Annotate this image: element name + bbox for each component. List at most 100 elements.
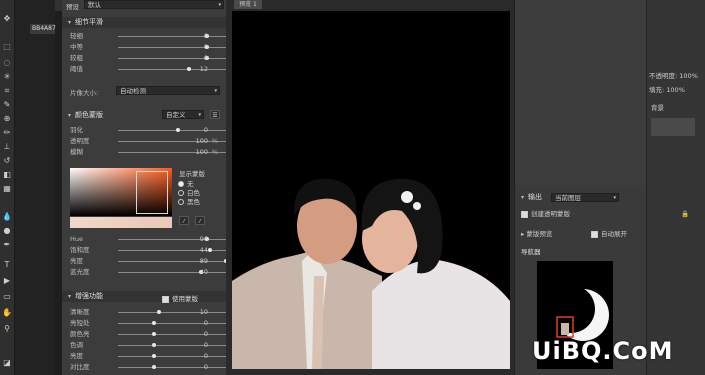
slider-knob[interactable] — [187, 67, 192, 71]
slider-value[interactable]: 0 — [204, 351, 208, 361]
eraser-tool-icon[interactable]: ◧ — [2, 170, 12, 180]
slider-row[interactable]: 模糊 100% — [62, 147, 234, 157]
slider-track[interactable] — [118, 250, 234, 251]
image-size-dropdown[interactable]: 自动检测 ▾ — [116, 86, 220, 95]
slider-value[interactable]: 10 — [200, 307, 208, 317]
color-swatch-bar[interactable] — [70, 217, 172, 228]
slider-knob[interactable] — [151, 354, 156, 358]
eyedropper-minus-icon[interactable]: ⁄ — [195, 216, 205, 225]
slider-value[interactable]: 0 — [204, 31, 208, 41]
slider-value[interactable]: 12 — [200, 64, 208, 74]
slider-track[interactable] — [118, 356, 234, 357]
slider-row[interactable]: 对比度 0 — [62, 362, 234, 372]
slider-value[interactable]: 44 — [200, 245, 208, 255]
slider-track[interactable] — [118, 58, 234, 59]
slider-value[interactable]: 0 — [204, 125, 208, 135]
marquee-tool-icon[interactable]: ⬚ — [2, 42, 12, 52]
hand-tool-icon[interactable]: ✋ — [2, 308, 12, 318]
slider-knob[interactable] — [151, 332, 156, 336]
slider-row[interactable]: 中等 0 — [62, 42, 234, 52]
lock-icon[interactable]: 🔒 — [681, 210, 689, 218]
pen-tool-icon[interactable]: ✒ — [2, 240, 12, 250]
mask-preview-row[interactable]: ▸ 蒙版预览 — [521, 228, 552, 238]
slider-track[interactable] — [118, 334, 234, 335]
history-brush-icon[interactable]: ↺ — [2, 156, 12, 166]
slider-value[interactable]: 96 — [200, 234, 208, 244]
slider-row[interactable]: 亮短处 0 — [62, 318, 234, 328]
slider-row[interactable]: 色调 0 — [62, 340, 234, 350]
type-tool-icon[interactable]: T — [2, 260, 12, 270]
auto-expand-checkbox[interactable]: 自动展开 — [591, 228, 627, 238]
slider-row[interactable]: 较粗 0 — [62, 53, 234, 63]
slider-track[interactable] — [118, 239, 234, 240]
eyedropper-tool-icon[interactable]: ✎ — [2, 100, 12, 110]
lasso-tool-icon[interactable]: ◌ — [2, 58, 12, 68]
slider-knob[interactable] — [207, 248, 212, 252]
slider-row[interactable]: 饱和度 44 — [62, 245, 234, 255]
path-select-icon[interactable]: ▶ — [2, 276, 12, 286]
zoom-tool-icon[interactable]: ⚲ — [2, 324, 12, 334]
slider-track[interactable] — [118, 367, 234, 368]
slider-row[interactable]: 蓝光度 40 — [62, 267, 234, 277]
document-tab[interactable]: BB4A87 — [30, 24, 56, 34]
mask-settings-icon[interactable]: ☰ — [210, 110, 220, 119]
slider-track[interactable] — [118, 345, 234, 346]
slider-track[interactable] — [118, 36, 234, 37]
stamp-tool-icon[interactable]: ⊥ — [2, 142, 12, 152]
healing-tool-icon[interactable]: ⊕ — [2, 114, 12, 124]
slider-value[interactable]: 0 — [204, 329, 208, 339]
dodge-tool-icon[interactable]: ● — [2, 226, 12, 236]
slider-knob[interactable] — [151, 343, 156, 347]
section-enhance[interactable]: ▾ 增强功能 — [62, 291, 226, 302]
mask-option-radio[interactable]: 黑色 — [178, 196, 200, 206]
blur-tool-icon[interactable]: 💧 — [2, 212, 12, 222]
slider-track[interactable] — [118, 272, 234, 273]
slider-track[interactable] — [118, 323, 234, 324]
color-selection-box[interactable] — [136, 171, 168, 214]
slider-value[interactable]: 89 — [200, 256, 208, 266]
eyedropper-icon[interactable]: ⁄ — [179, 216, 189, 225]
photo-canvas[interactable] — [232, 11, 510, 369]
slider-value[interactable]: 0 — [204, 362, 208, 372]
slider-track[interactable] — [118, 47, 234, 48]
slider-knob[interactable] — [157, 310, 162, 314]
slider-row[interactable]: 阈值 12 — [62, 64, 234, 74]
section-detail-smoothing[interactable]: ▾ 细节平滑 — [62, 17, 226, 28]
layer-row[interactable] — [651, 118, 695, 136]
slider-knob[interactable] — [151, 365, 156, 369]
color-picker-field[interactable] — [70, 168, 172, 216]
brush-tool-icon[interactable]: ✏ — [2, 128, 12, 138]
slider-row[interactable]: 透明度 100% — [62, 136, 234, 146]
slider-row[interactable]: 轻细 0 — [62, 31, 234, 41]
slider-value[interactable]: 0 — [204, 318, 208, 328]
slider-value[interactable]: 0 — [204, 53, 208, 63]
slider-row[interactable]: 羽化 0 — [62, 125, 234, 135]
preset-dropdown[interactable]: 默认 ▾ — [84, 0, 224, 9]
output-dropdown[interactable]: 当前图层 ▾ — [551, 193, 619, 202]
slider-row[interactable]: 颜色亮 0 — [62, 329, 234, 339]
magic-wand-tool-icon[interactable]: ✳ — [2, 72, 12, 82]
crop-tool-icon[interactable]: ⌗ — [2, 86, 12, 96]
mask-mode-dropdown[interactable]: 自定义 ▾ — [162, 110, 204, 119]
use-mask-checkbox[interactable]: 使用蒙版 — [162, 293, 198, 303]
slider-value[interactable]: 100 — [196, 136, 208, 146]
slider-track[interactable] — [118, 69, 234, 70]
slider-row[interactable]: Hue 96 — [62, 234, 234, 244]
gradient-tool-icon[interactable]: ▦ — [2, 184, 12, 194]
slider-knob[interactable] — [176, 128, 181, 132]
slider-track[interactable] — [118, 261, 234, 262]
layer-name[interactable]: 背景 — [651, 102, 664, 112]
radio-dot[interactable] — [178, 199, 184, 205]
slider-value[interactable]: 100 — [196, 147, 208, 157]
shape-tool-icon[interactable]: ▭ — [2, 292, 12, 302]
slider-knob[interactable] — [151, 321, 156, 325]
move-tool-icon[interactable]: ✥ — [2, 14, 12, 24]
preview-tab[interactable]: 预览 1 — [234, 0, 262, 9]
slider-value[interactable]: 40 — [200, 267, 208, 277]
slider-value[interactable]: 0 — [204, 340, 208, 350]
slider-row[interactable]: 清晰度 10 — [62, 307, 234, 317]
slider-row[interactable]: 亮度 89 — [62, 256, 234, 266]
slider-value[interactable]: 0 — [204, 42, 208, 52]
slider-track[interactable] — [118, 312, 234, 313]
color-swatch-icon[interactable]: ◪ — [2, 358, 12, 368]
